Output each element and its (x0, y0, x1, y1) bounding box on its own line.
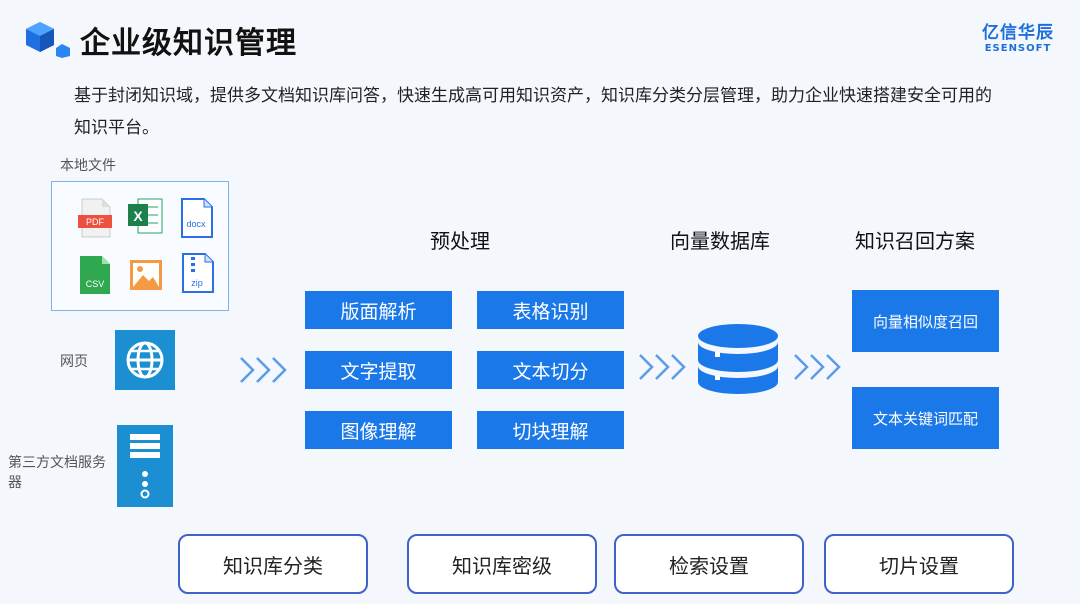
page-title: 企业级知识管理 (80, 26, 297, 61)
csv-file-icon: CSV (80, 256, 110, 294)
zip-text: zip (191, 278, 203, 288)
preprocess-item[interactable]: 切块理解 (477, 411, 624, 449)
web-label: 网页 (60, 354, 88, 370)
brand-logo: 亿信华辰 ESENSOFT (982, 18, 1054, 54)
web-globe-icon (115, 330, 175, 390)
preprocess-item[interactable]: 文本切分 (477, 351, 624, 389)
logo-cube-icon (26, 22, 70, 58)
zip-file-icon: zip (182, 253, 214, 293)
image-file-icon (130, 260, 162, 290)
description-text: 基于封闭知识域，提供多文档知识库问答，快速生成高可用知识资产，知识库分类分层管理… (74, 86, 992, 138)
database-icon (698, 324, 778, 394)
preprocess-item[interactable]: 表格识别 (477, 291, 624, 329)
local-files-box: PDF X docx CSV zip (51, 181, 229, 311)
chunk-settings-button[interactable]: 切片设置 (824, 534, 1014, 594)
flow-arrow-icon (240, 357, 287, 383)
flow-arrow-icon (639, 354, 686, 380)
docx-file-icon: docx (181, 198, 213, 238)
server-icon (117, 425, 173, 507)
excel-file-icon: X (128, 198, 163, 234)
docx-text: docx (186, 219, 206, 229)
server-label: 第三方文档服务器 (8, 455, 106, 491)
pdf-file-icon: PDF (78, 198, 112, 238)
security-level-button[interactable]: 知识库密级 (407, 534, 597, 594)
recall-title: 知识召回方案 (855, 229, 975, 253)
brand-name-en: ESENSOFT (984, 43, 1052, 54)
vector-db-title: 向量数据库 (670, 229, 770, 253)
local-files-label: 本地文件 (60, 158, 116, 174)
brand-name-cn: 亿信华辰 (982, 23, 1054, 43)
recall-item[interactable]: 文本关键词匹配 (852, 387, 999, 449)
preprocess-title: 预处理 (430, 229, 490, 253)
pdf-text: PDF (86, 217, 105, 227)
search-settings-button[interactable]: 检索设置 (614, 534, 804, 594)
csv-text: CSV (86, 279, 105, 289)
category-button[interactable]: 知识库分类 (178, 534, 368, 594)
preprocess-item[interactable]: 版面解析 (305, 291, 452, 329)
flow-arrow-icon (794, 354, 841, 380)
recall-item[interactable]: 向量相似度召回 (852, 290, 999, 352)
preprocess-item[interactable]: 文字提取 (305, 351, 452, 389)
preprocess-item[interactable]: 图像理解 (305, 411, 452, 449)
excel-text: X (133, 208, 143, 224)
